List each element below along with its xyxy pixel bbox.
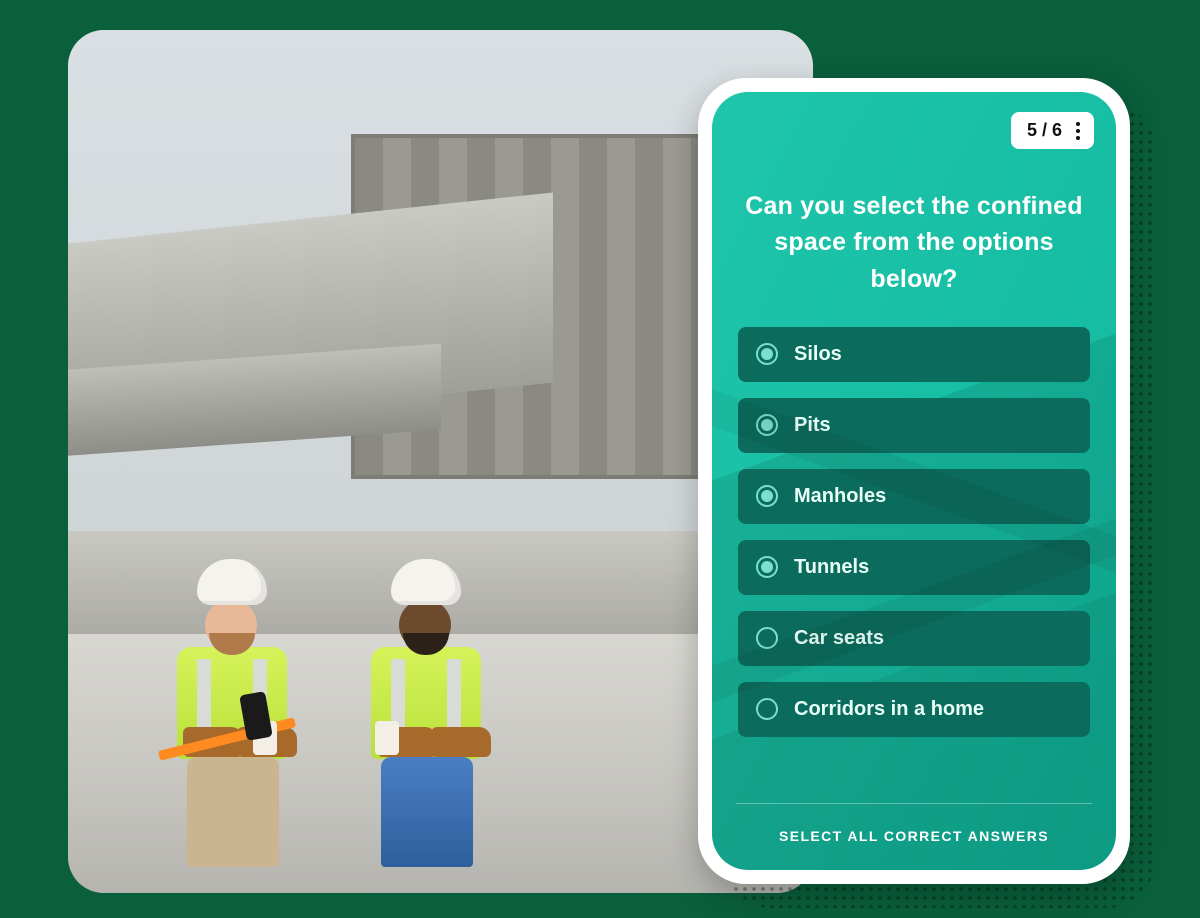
radio-unselected-icon [756, 698, 778, 720]
option-tunnels[interactable]: Tunnels [738, 540, 1090, 595]
option-silos[interactable]: Silos [738, 327, 1090, 382]
radio-selected-icon [756, 485, 778, 507]
question-text: Can you select the confined space from t… [712, 188, 1116, 297]
radio-unselected-icon [756, 627, 778, 649]
option-label: Pits [794, 414, 831, 437]
options-list: Silos Pits Manholes Tunnels Car seats Co… [712, 327, 1116, 737]
option-car-seats[interactable]: Car seats [738, 611, 1090, 666]
option-label: Corridors in a home [794, 698, 984, 721]
divider [736, 803, 1092, 804]
quiz-screen: 5 / 6 Can you select the confined space … [712, 92, 1116, 870]
option-label: Tunnels [794, 556, 869, 579]
kebab-menu-icon[interactable] [1074, 121, 1082, 141]
progress-label: 5 / 6 [1027, 120, 1062, 141]
option-label: Manholes [794, 485, 886, 508]
radio-selected-icon [756, 343, 778, 365]
option-label: Car seats [794, 627, 884, 650]
phone-mockup: 5 / 6 Can you select the confined space … [698, 78, 1130, 884]
radio-selected-icon [756, 556, 778, 578]
option-label: Silos [794, 343, 842, 366]
option-pits[interactable]: Pits [738, 398, 1090, 453]
option-corridors[interactable]: Corridors in a home [738, 682, 1090, 737]
progress-indicator[interactable]: 5 / 6 [1011, 112, 1094, 149]
radio-selected-icon [756, 414, 778, 436]
option-manholes[interactable]: Manholes [738, 469, 1090, 524]
instruction-text: SELECT ALL CORRECT ANSWERS [712, 828, 1116, 844]
